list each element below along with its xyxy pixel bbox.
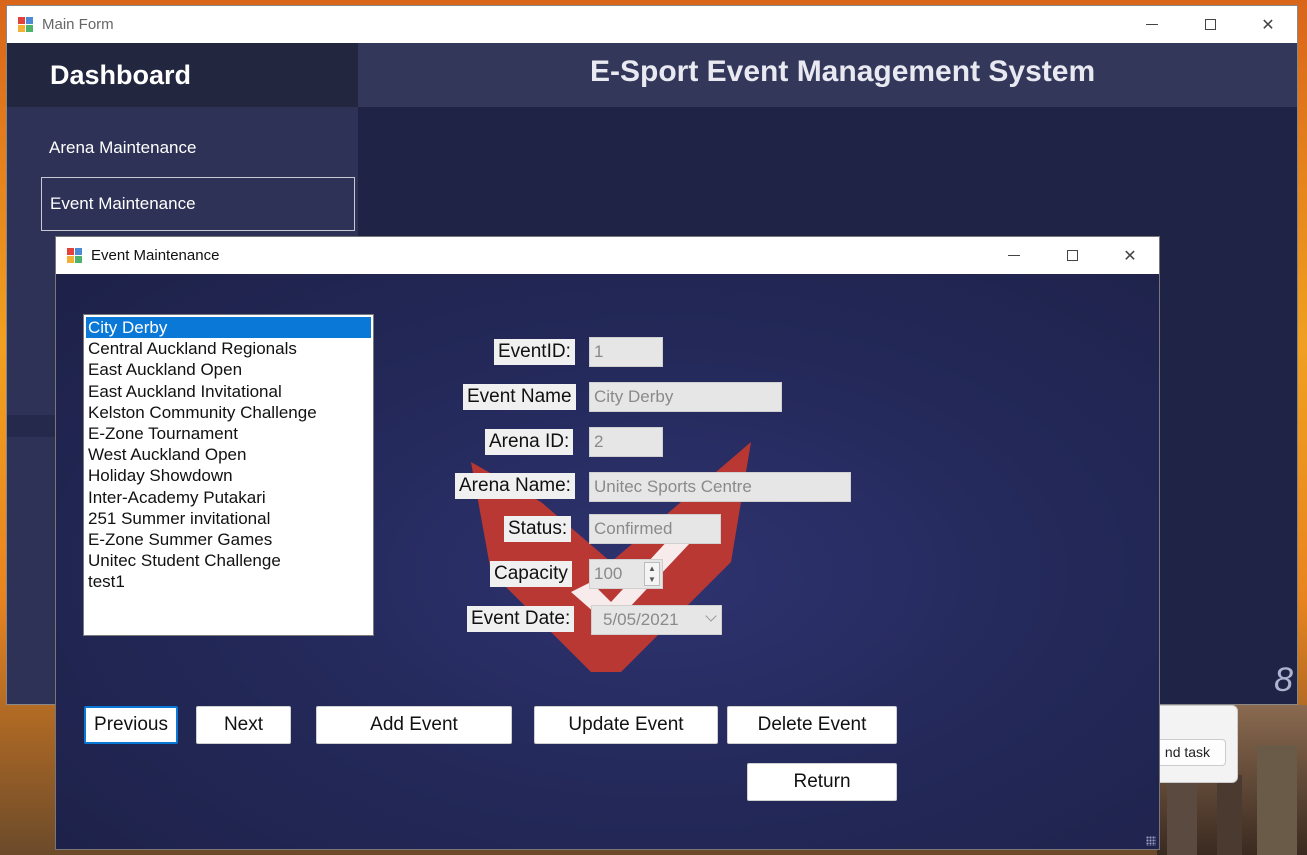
sidebar-header: Dashboard [7, 43, 358, 107]
maximize-icon [1066, 250, 1078, 261]
maximize-icon [1204, 19, 1216, 30]
list-item[interactable]: test1 [86, 571, 371, 592]
sidebar-item-event-maintenance[interactable]: Event Maintenance [41, 177, 355, 231]
arena-name-field[interactable]: Unitec Sports Centre [589, 472, 851, 502]
previous-button[interactable]: Previous [84, 706, 178, 744]
list-item[interactable]: 251 Summer invitational [86, 508, 371, 529]
list-item[interactable]: West Auckland Open [86, 444, 371, 465]
corner-logo-icon: 8 [1274, 661, 1293, 699]
event-id-label: EventID: [494, 339, 575, 365]
list-item[interactable]: Unitec Student Challenge [86, 550, 371, 571]
return-button[interactable]: Return [747, 763, 897, 801]
add-event-button[interactable]: Add Event [316, 706, 512, 744]
dialog-maximize-button[interactable] [1043, 237, 1101, 274]
event-listbox[interactable]: City Derby Central Auckland Regionals East… [83, 314, 374, 636]
dialog-close-button[interactable]: ✕ [1101, 237, 1159, 274]
capacity-label: Capacity [490, 561, 572, 587]
arena-id-field[interactable]: 2 [589, 427, 663, 457]
close-icon: ✕ [1261, 16, 1275, 34]
capacity-value: 100 [594, 564, 623, 583]
main-titlebar[interactable]: Main Form ✕ [7, 6, 1297, 43]
dialog-minimize-button[interactable] [985, 237, 1043, 274]
list-item[interactable]: East Auckland Invitational [86, 381, 371, 402]
list-item[interactable]: E-Zone Summer Games [86, 529, 371, 550]
dashboard-title: Dashboard [50, 59, 192, 90]
delete-event-button[interactable]: Delete Event [727, 706, 897, 744]
status-label: Status: [504, 516, 572, 542]
list-item[interactable]: Inter-Academy Putakari [86, 487, 371, 508]
event-date-value: 5/05/2021 [603, 610, 679, 629]
sidebar-item-arena-maintenance[interactable]: Arena Maintenance [41, 121, 355, 175]
dialog-title: Event Maintenance [91, 247, 220, 264]
arena-name-label: Arena Name: [455, 473, 575, 499]
list-item[interactable]: Central Auckland Regionals [86, 338, 371, 359]
close-button[interactable]: ✕ [1239, 6, 1297, 43]
chevron-down-icon [705, 610, 717, 622]
app-icon [18, 16, 34, 33]
event-name-field[interactable]: City Derby [589, 382, 782, 412]
minimize-icon [1008, 255, 1020, 256]
sidebar-item-label: Arena Maintenance [49, 138, 197, 157]
spin-arrows-icon[interactable]: ▲ ▼ [644, 562, 660, 586]
capacity-stepper[interactable]: 100 ▲ ▼ [589, 559, 663, 589]
event-maintenance-dialog: Event Maintenance ✕ City Derby Central Au… [55, 236, 1160, 850]
maximize-button[interactable] [1181, 6, 1239, 43]
event-name-label: Event Name [463, 384, 576, 410]
list-item[interactable]: Kelston Community Challenge [86, 402, 371, 423]
list-item[interactable]: E-Zone Tournament [86, 423, 371, 444]
arena-id-label: Arena ID: [485, 429, 574, 455]
next-button[interactable]: Next [196, 706, 291, 744]
list-item[interactable]: East Auckland Open [86, 359, 371, 380]
list-item[interactable]: City Derby [86, 317, 371, 339]
system-title: E-Sport Event Management System [590, 55, 1096, 88]
main-window-title: Main Form [42, 16, 114, 33]
header-band: E-Sport Event Management System [358, 43, 1297, 107]
close-icon: ✕ [1123, 247, 1137, 265]
minimize-button[interactable] [1123, 6, 1181, 43]
event-date-label: Event Date: [467, 606, 575, 632]
update-event-button[interactable]: Update Event [534, 706, 718, 744]
list-item[interactable]: Holiday Showdown [86, 465, 371, 486]
app-icon [67, 247, 83, 264]
event-id-field[interactable]: 1 [589, 337, 663, 367]
resize-grip-icon[interactable] [1146, 836, 1156, 846]
status-field[interactable]: Confirmed [589, 514, 721, 544]
minimize-icon [1146, 24, 1158, 25]
dialog-titlebar[interactable]: Event Maintenance ✕ [56, 237, 1159, 274]
event-date-picker[interactable]: 5/05/2021 [591, 605, 722, 635]
sidebar-item-label: Event Maintenance [50, 194, 196, 213]
